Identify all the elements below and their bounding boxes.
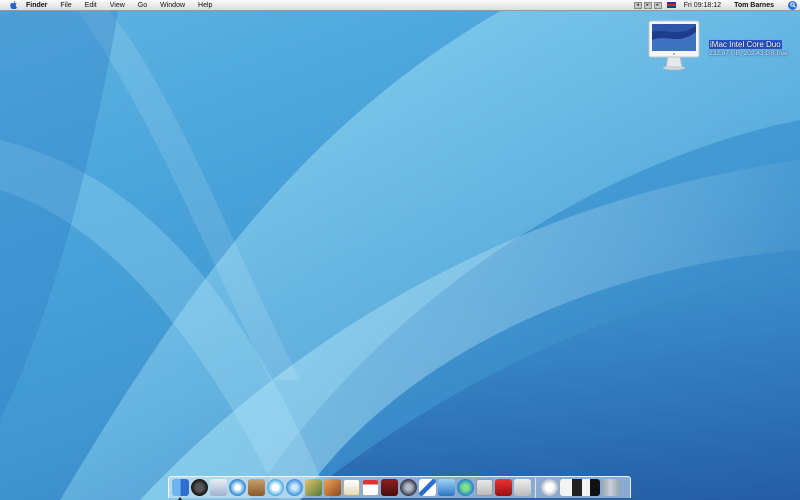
menu-help[interactable]: Help (198, 2, 212, 9)
menu-view[interactable]: View (110, 2, 125, 9)
imac-drive-icon[interactable] (648, 20, 700, 75)
iphoto-icon[interactable] (305, 479, 322, 496)
menu-extras: ◂ ▸ ▸ Fri 09:18:12 Tom Barnes (633, 0, 800, 10)
dock-separator (535, 477, 536, 498)
trash-icon[interactable] (602, 479, 619, 496)
photo-booth-icon[interactable] (514, 479, 531, 496)
menu-go[interactable]: Go (138, 2, 147, 9)
play-pause-icon[interactable]: ▸ (643, 1, 652, 9)
quicktime-icon[interactable] (286, 479, 303, 496)
menu-edit[interactable]: Edit (85, 2, 97, 9)
next-track-icon[interactable]: ▸ (653, 1, 662, 9)
previous-track-icon[interactable]: ◂ (633, 1, 642, 9)
pencil-icon[interactable] (419, 479, 436, 496)
garageband-icon[interactable] (324, 479, 341, 496)
safari-icon[interactable] (229, 479, 246, 496)
fast-user-switch[interactable]: Tom Barnes (734, 2, 774, 9)
apple-menu-icon[interactable] (8, 1, 18, 9)
spotlight-icon[interactable] (788, 0, 797, 10)
menu-window[interactable]: Window (160, 2, 185, 9)
pdf-icon[interactable] (495, 479, 512, 496)
menu-clock[interactable]: Fri 09:18:12 (684, 2, 721, 9)
gallery-icon[interactable] (560, 479, 600, 496)
input-language-flag-icon[interactable] (666, 2, 676, 8)
preview-icon[interactable] (438, 479, 455, 496)
network-icon[interactable] (400, 479, 417, 496)
mail-icon[interactable] (210, 479, 227, 496)
ichat-icon[interactable] (457, 479, 474, 496)
downloads-icon[interactable] (541, 479, 558, 496)
calendar-red-icon[interactable] (476, 479, 493, 496)
menu-file[interactable]: File (60, 2, 71, 9)
dashboard-icon[interactable] (191, 479, 208, 496)
dictionary-icon[interactable] (381, 479, 398, 496)
menu-app-name[interactable]: Finder (26, 2, 47, 9)
menu-bar: Finder File Edit View Go Window Help ◂ ▸… (0, 0, 800, 11)
drive-name-label[interactable]: iMac Intel Core Duo (709, 40, 782, 49)
address-book-icon[interactable] (248, 479, 265, 496)
textedit-icon[interactable] (343, 479, 360, 496)
drive-info-label: 232.87 GB, 202.43 GB free (709, 50, 788, 57)
itunes-icon[interactable] (267, 479, 284, 496)
dock (168, 476, 631, 500)
ical-icon[interactable] (362, 479, 379, 496)
finder-icon[interactable] (172, 479, 189, 500)
